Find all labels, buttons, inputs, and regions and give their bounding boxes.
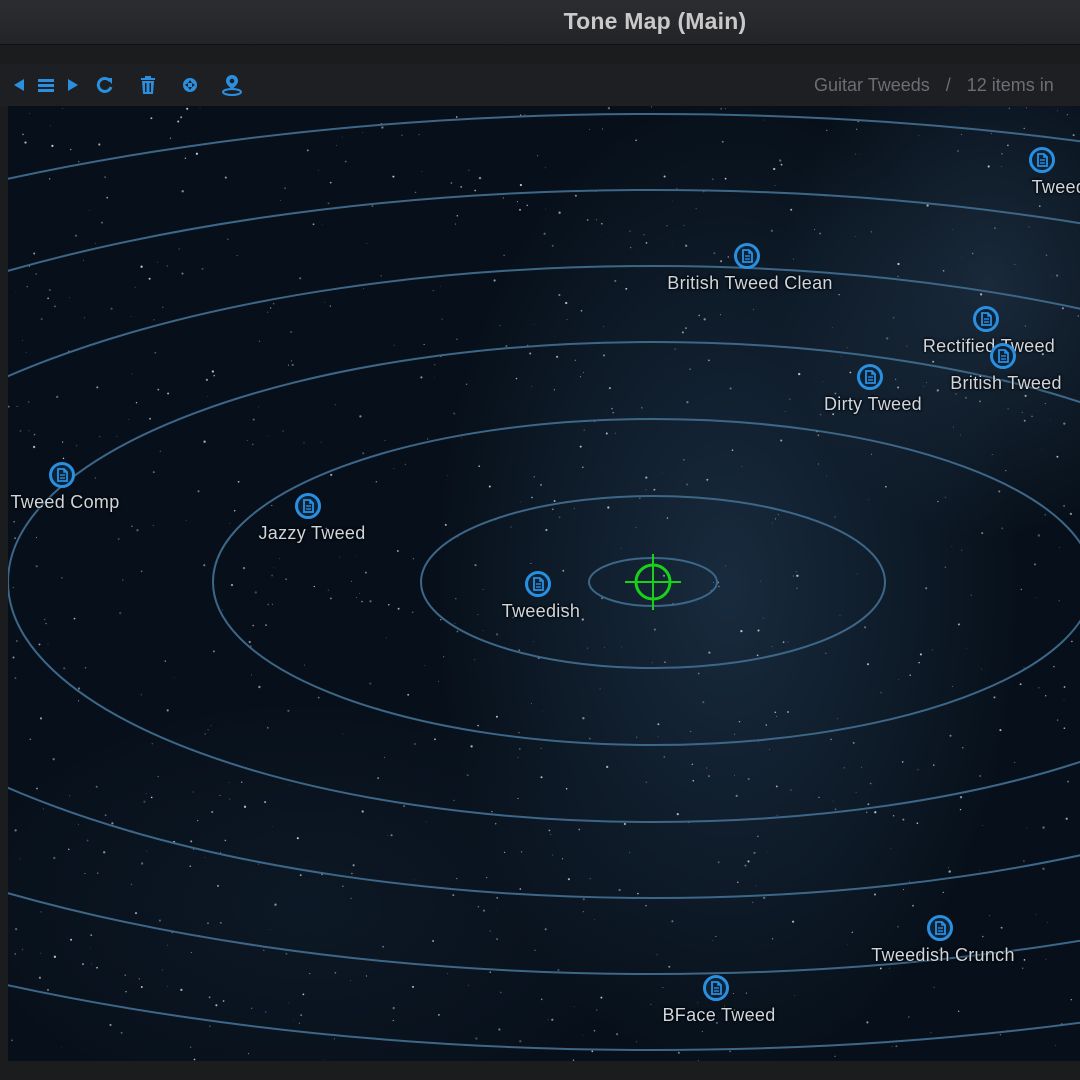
preset-label-tweed-comp[interactable]: Tweed Comp: [10, 492, 119, 513]
forward-arrow-icon: [68, 79, 78, 91]
preset-file-icon: [703, 975, 729, 1001]
breadcrumb-collection[interactable]: Guitar Tweeds: [814, 75, 930, 95]
list-button[interactable]: [35, 74, 57, 96]
preset-label-bface-tweed[interactable]: BFace Tweed: [662, 1005, 775, 1026]
center-button[interactable]: [179, 74, 201, 96]
preset-file-icon: [525, 571, 551, 597]
preset-label-rectified-tweed[interactable]: Rectified Tweed: [923, 336, 1055, 357]
preset-file-icon: [295, 493, 321, 519]
preset-node-tweedish-crunch[interactable]: [927, 915, 953, 941]
preset-node-tweed-hyb[interactable]: [1029, 147, 1055, 173]
move-center-icon: [183, 78, 197, 92]
preset-node-bface-tweed[interactable]: [703, 975, 729, 1001]
breadcrumb-separator: /: [945, 75, 951, 95]
preset-file-icon: [857, 364, 883, 390]
center-crosshair-icon[interactable]: [625, 554, 681, 610]
preset-file-icon: [734, 243, 760, 269]
preset-label-dirty-tweed[interactable]: Dirty Tweed: [824, 394, 922, 415]
preset-file-icon: [49, 462, 75, 488]
preset-node-jazzy-tweed[interactable]: [295, 493, 321, 519]
preset-label-jazzy-tweed[interactable]: Jazzy Tweed: [258, 523, 365, 544]
window-title: Tone Map (Main): [563, 7, 747, 34]
preset-node-tweed-comp[interactable]: [49, 462, 75, 488]
back-arrow-icon: [14, 79, 24, 91]
preset-node-british-tweed[interactable]: [990, 343, 1016, 369]
refresh-button[interactable]: [94, 74, 116, 96]
list-icon: [38, 79, 54, 92]
tone-map-canvas[interactable]: Tweed Hyb British Tweed Clean Rectified Tw…: [8, 106, 1080, 1061]
preset-file-icon: [973, 306, 999, 332]
delete-button[interactable]: [137, 74, 159, 96]
preset-file-icon: [1029, 147, 1055, 173]
preset-node-rectified-tweed[interactable]: [973, 306, 999, 332]
preset-file-icon: [927, 915, 953, 941]
preset-file-icon: [990, 343, 1016, 369]
preset-label-tweedish-crunch[interactable]: Tweedish Crunch: [871, 945, 1015, 966]
preset-label-tweedish[interactable]: Tweedish: [502, 601, 580, 622]
toolbar: Guitar Tweeds / 12 items in: [0, 64, 1080, 106]
preset-label-tweed-hyb[interactable]: Tweed Hyb: [1032, 177, 1080, 198]
preset-node-dirty-tweed[interactable]: [857, 364, 883, 390]
status-strip: [0, 1061, 1080, 1080]
refresh-icon: [96, 76, 113, 93]
breadcrumb: Guitar Tweeds / 12 items in: [814, 75, 1054, 96]
back-button[interactable]: [8, 74, 30, 96]
preset-node-tweedish[interactable]: [525, 571, 551, 597]
preset-label-british-tweed-clean[interactable]: British Tweed Clean: [667, 273, 832, 294]
preset-node-british-tweed-clean[interactable]: [734, 243, 760, 269]
forward-button[interactable]: [62, 74, 84, 96]
locate-button[interactable]: [221, 74, 243, 96]
preset-label-british-tweed[interactable]: British Tweed: [950, 373, 1062, 394]
title-bar: Tone Map (Main): [0, 0, 1080, 45]
map-pin-icon: [222, 75, 242, 96]
breadcrumb-count: 12 items in: [966, 75, 1054, 95]
trash-icon: [141, 76, 155, 94]
